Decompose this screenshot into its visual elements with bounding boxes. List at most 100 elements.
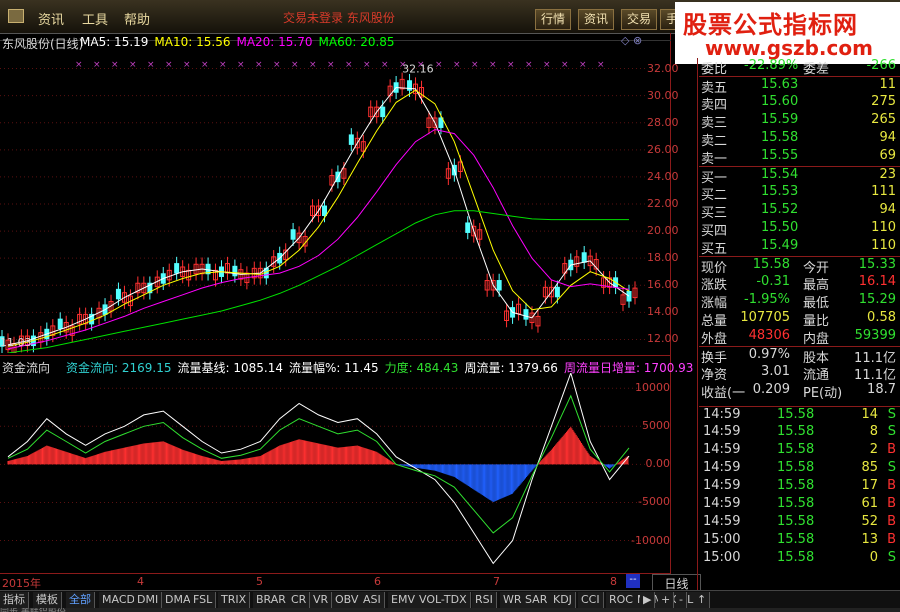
tab-brar[interactable]: BRAR (253, 592, 290, 608)
news-tab-button[interactable]: 资讯 (578, 9, 615, 30)
bid-row: 买四 15.50 110 (699, 220, 900, 239)
price-axis: 32.00 30.00 28.00 26.00 24.00 22.00 20.00 18.00… (645, 55, 679, 353)
tab-cci[interactable]: CCI (578, 592, 604, 608)
app-icon[interactable] (8, 9, 28, 26)
candle-body (115, 288, 121, 300)
signal-marker: × (93, 60, 101, 70)
tab-obv[interactable]: OBV (332, 592, 363, 608)
menu-item-help[interactable]: 帮助 (124, 9, 150, 28)
tick-time: 14:59 (703, 407, 741, 422)
stat-value: 3.01 (761, 364, 790, 379)
period-selector[interactable]: 日线 (652, 574, 701, 591)
scroll-end-button[interactable]: -- (626, 574, 640, 588)
tab-roc[interactable]: ROC (606, 592, 637, 608)
tab-macd[interactable]: MACD (99, 592, 139, 608)
tick-price: 15.58 (777, 460, 815, 475)
ma-legend-item: MA60: 20.85 (318, 35, 395, 49)
bid-row: 买二 15.53 111 (699, 184, 900, 203)
tab-nav-button[interactable]: + (658, 592, 675, 608)
chart-options-icon[interactable]: ◇ ⊗ (621, 34, 642, 47)
stat-label: 总量 (701, 314, 728, 329)
logo-url: www.gszb.com (705, 36, 873, 60)
stock-label: 东风股份(日线) (2, 37, 84, 51)
stat-value: 107705 (740, 310, 790, 325)
menu-item-news[interactable]: 资讯 (38, 9, 64, 28)
signal-marker: × (219, 60, 227, 70)
bid-price: 15.49 (761, 238, 799, 253)
weicha-value: -266 (866, 58, 896, 73)
tab-nav-button[interactable]: - (676, 592, 687, 608)
tab-dmi[interactable]: DMI (134, 592, 163, 608)
tick-price: 15.58 (777, 514, 815, 529)
trade-tab-button[interactable]: 交易 (621, 9, 658, 30)
quote-tab-button[interactable]: 行情 (535, 9, 572, 30)
tick-price: 15.58 (777, 442, 815, 457)
tab-nav-button[interactable]: ↑ (694, 592, 711, 608)
tick-side: B (887, 532, 896, 547)
stat-value: 15.58 (752, 257, 790, 272)
candle-body (322, 205, 327, 217)
tab-vol-tdx[interactable]: VOL-TDX (416, 592, 471, 608)
tick-row: 14:59 15.58 61 B (699, 496, 900, 514)
tick-price: 15.58 (777, 532, 815, 547)
indicator-chart[interactable] (0, 373, 645, 571)
indicator-tick-label: 5000 (642, 419, 670, 433)
tab-模板[interactable]: 模板 (33, 592, 62, 608)
stat-label: 最高 (803, 278, 830, 293)
tab-trix[interactable]: TRIX (218, 592, 251, 608)
bid-volume: 23 (879, 167, 896, 182)
month-label: 7 (493, 575, 500, 588)
signal-marker: × (255, 60, 263, 70)
stat-value: 15.29 (858, 292, 896, 307)
stat-label: 涨幅 (701, 296, 728, 311)
stat-label: 最低 (803, 296, 830, 311)
weibi-label: 委比 (701, 62, 728, 77)
month-label: 4 (137, 575, 144, 588)
ask-volume: 94 (879, 130, 896, 145)
tab-指标[interactable]: 指标 (0, 592, 29, 608)
tab-asi[interactable]: ASI (360, 592, 385, 608)
tick-volume: 8 (869, 424, 878, 439)
tab-cr[interactable]: CR (288, 592, 311, 608)
tick-price: 15.58 (777, 424, 815, 439)
tick-side: S (887, 424, 896, 439)
stat-label: 收益(一 (701, 386, 746, 401)
tab-fsl[interactable]: FSL (190, 592, 217, 608)
ask-row: 卖二 15.58 94 (699, 130, 900, 149)
tick-volume: 85 (861, 460, 878, 475)
bid-volume: 110 (871, 238, 896, 253)
price-chart[interactable]: × × × × × × × × × × × × × × × × × × × × × × × × × × × × × ×32.1611.03 (0, 55, 645, 353)
menu-label: 帮助 (124, 13, 151, 28)
tab-emv[interactable]: EMV (388, 592, 419, 608)
ask-label: 卖二 (701, 134, 728, 149)
chart-panel[interactable]: 东风股份(日线) MA5: 15.19 MA10: 15.56 MA20: 15.7… (0, 33, 693, 573)
tick-time: 15:00 (703, 550, 741, 565)
ask-row: 卖五 15.63 11 (699, 76, 900, 96)
tab-kdj[interactable]: KDJ (550, 592, 576, 608)
chart-pane-divider (0, 355, 671, 356)
candle-body (290, 229, 296, 240)
tick-row: 14:59 15.58 52 B (699, 514, 900, 532)
bid-row: 买五 15.49 110 (699, 238, 900, 257)
signal-marker: × (471, 60, 479, 70)
tick-side: S (887, 550, 896, 565)
tab-nav-button[interactable]: ▶ (640, 592, 656, 608)
signal-marker: × (309, 60, 317, 70)
stat-row: 涨跌 -0.31 最高 16.14 (699, 274, 900, 293)
price-tick-label: 28.00 (647, 115, 679, 129)
stat-row: 净资 3.01 流通 11.1亿 (699, 364, 900, 383)
price-tick-label: 14.00 (647, 305, 679, 319)
indicator-tick-label: 0.00 (645, 457, 671, 471)
tab-全部[interactable]: 全部 (66, 592, 95, 608)
menu-item-tools[interactable]: 工具 (82, 9, 108, 28)
price-tick-label: 22.00 (647, 197, 679, 210)
stat-value: -1.95% (744, 292, 790, 307)
signal-marker: × (363, 60, 371, 70)
tab-rsi[interactable]: RSI (472, 592, 497, 608)
signal-marker: × (345, 60, 353, 70)
tab-sar[interactable]: SAR (522, 592, 552, 608)
ask-row: 卖一 15.55 69 (699, 148, 900, 167)
tick-row: 14:59 15.58 2 B (699, 442, 900, 460)
date-axis: 2015年 4 5 6 7 8 -- (0, 573, 671, 590)
tab-vr[interactable]: VR (310, 592, 333, 608)
